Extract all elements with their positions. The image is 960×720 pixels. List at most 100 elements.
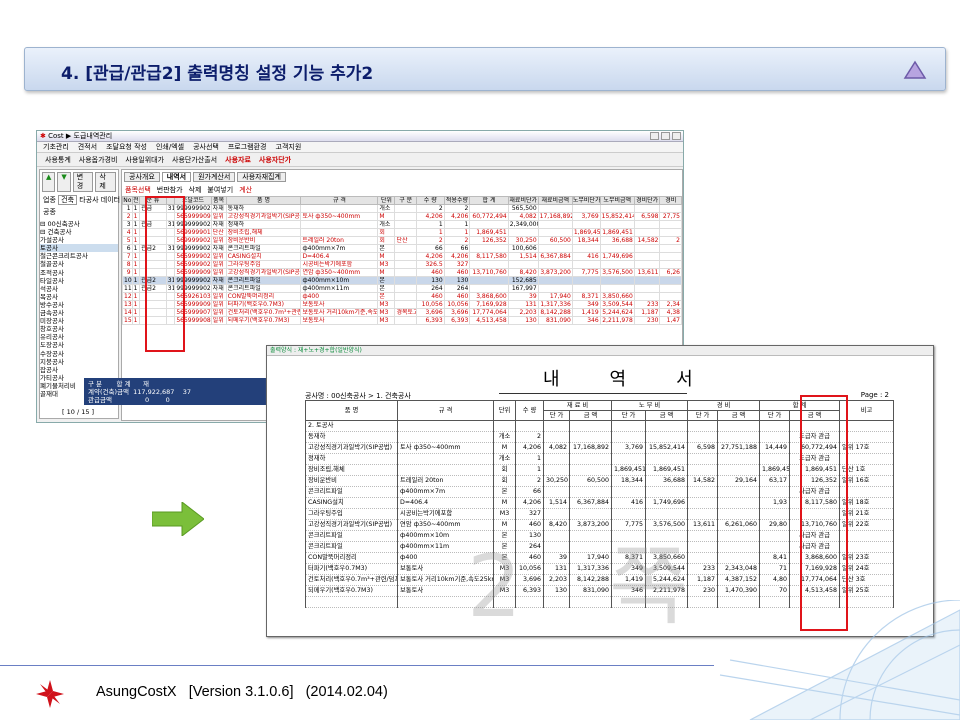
grid-cell: 본: [377, 284, 396, 293]
report-cell: 2: [515, 475, 544, 487]
grid-cell: 130: [507, 316, 539, 325]
tree-item[interactable]: 금속공사: [40, 309, 118, 317]
report-cell: [305, 596, 398, 608]
grid-row[interactable]: 3 1 관급 31 9999999028 자재 정재하 개소 1 1 2,349,000: [122, 220, 682, 229]
grid-row[interactable]: 5 1 5699999020 일위 장비운반비 트레일러 20ton 회 단산 2 2 126,35…: [122, 236, 682, 245]
grid-row[interactable]: 1 1 관급 31 9999999028 자재 동재하 개소 2 2 565,500: [122, 204, 682, 213]
grid-cell: 자재: [210, 204, 227, 213]
grid-row[interactable]: 13 1 5659999092 일위 터파기(백호우0.7M3) 보통토사 M3 10,056…: [122, 300, 682, 309]
govt-mat-value: 0: [165, 396, 170, 404]
contract-mat-value: 37: [182, 388, 191, 396]
subbar-item-4[interactable]: 계산: [239, 184, 252, 196]
menu-item-5[interactable]: 프로그램환경: [228, 142, 267, 152]
report-cell: 15,852,414: [645, 442, 689, 454]
tree-item[interactable]: 철골공사: [40, 260, 118, 268]
menu-item-3[interactable]: 인쇄/엑셀: [156, 142, 184, 152]
tab-3[interactable]: 사용자재집계: [237, 172, 286, 182]
toolbar-item-2[interactable]: 사용일위대가: [125, 153, 164, 167]
grid-header: 경비단가: [633, 196, 661, 205]
grid-cell: 9: [122, 268, 133, 277]
grid-cell: 그라우팅주입: [225, 260, 302, 269]
grid-cell: [394, 292, 417, 301]
menu-item-1[interactable]: 견적서: [78, 142, 97, 152]
govt-amount-value: 0: [144, 396, 150, 404]
menu-item-0[interactable]: 기초관리: [43, 142, 69, 152]
subbar-item-0[interactable]: 품목선택: [125, 184, 151, 196]
report-cell: [717, 464, 761, 476]
change-button[interactable]: 변경: [72, 172, 94, 192]
grid-cell: [571, 244, 601, 253]
toolbar-item-5[interactable]: 사용자단가: [259, 153, 291, 167]
grid-row[interactable]: 15 1 5659999086 일위 되메우기(백호우0.7M3) 보통토사 M3 6,393…: [122, 316, 682, 325]
toolbar-item-3[interactable]: 사용단가산출서: [172, 153, 217, 167]
highlight-box-total-amount: [800, 395, 848, 631]
grid-cell: 4,206: [443, 252, 471, 261]
tree-item[interactable]: 지붕공사: [40, 358, 118, 366]
report-cell: [611, 431, 647, 443]
tree-item[interactable]: 잡공사: [40, 366, 118, 374]
minimize-button[interactable]: [650, 132, 659, 140]
other-data-button[interactable]: 타공사 데이터: [79, 196, 120, 204]
up-arrow-button[interactable]: ▲: [42, 172, 56, 192]
grid-cell: [537, 220, 573, 229]
subbar-item-3[interactable]: 붙여넣기: [207, 184, 233, 196]
grid-row[interactable]: 2 1 5659999092 일위 고강성직경기과일박기(SIP공법) 토사 ф350~4…: [122, 212, 682, 221]
grid-cell: 3,696: [443, 308, 471, 317]
grid-cell: 39: [507, 292, 539, 301]
tree-item[interactable]: 수장공사: [40, 350, 118, 358]
tree-item[interactable]: ⊟ 건축공사: [40, 228, 118, 236]
grid-cell: 1: [131, 260, 141, 269]
close-button[interactable]: [672, 132, 681, 140]
report-cell: [645, 453, 689, 465]
menu-item-6[interactable]: 고객지원: [276, 142, 302, 152]
hdr-amount: 금 액: [717, 410, 761, 421]
grid-row[interactable]: 10 1 관급2 31 9999999028 자재 콘크리트파일 ф400mm×10m 본 130…: [122, 276, 682, 285]
tree-item[interactable]: 방수공사: [40, 301, 118, 309]
collapse-triangle-icon[interactable]: [903, 60, 927, 80]
report-cell: 콘크리트파일: [305, 530, 398, 542]
maximize-button[interactable]: [661, 132, 670, 140]
grid-row[interactable]: 9 1 5659999092 일위 고강성직경기과일박기(SIP공법) 연암 ф350~4…: [122, 268, 682, 277]
grid-cell: 단산: [394, 236, 417, 245]
app-titlebar: ✱ Cost ▶ 도급내역관리: [37, 131, 683, 142]
tree-item[interactable]: 석공사: [40, 285, 118, 293]
report-cell: CASING설치: [305, 497, 398, 509]
tree-item[interactable]: 타일공사: [40, 277, 118, 285]
hdr-spec: 규 격: [397, 400, 494, 421]
grid-row[interactable]: 8 1 5659999027 일위 그라우팅주입 시공비는박기에포함 M3 326.5 327: [122, 260, 682, 269]
menu-item-2[interactable]: 조달요청 작성: [106, 142, 147, 152]
tree-item[interactable]: 목공사: [40, 293, 118, 301]
grid-cell: 5: [122, 236, 133, 245]
grid-cell: [633, 244, 661, 253]
grid-row[interactable]: 1415659999079일위건토처리(백호우0.7m³+관련/덤프15톤)보통…: [122, 308, 682, 317]
tree-item[interactable]: ⊟ 00신축공사: [40, 220, 118, 228]
grid-cell: [394, 228, 417, 237]
tab-2[interactable]: 원가계산서: [193, 172, 236, 182]
sum-label-type: 구 분: [88, 380, 103, 388]
delete-button[interactable]: 삭제: [95, 172, 116, 192]
menu-item-4[interactable]: 공사선택: [193, 142, 219, 152]
grid-row[interactable]: 6 1 관급2 31 9999999024 자재 콘크리트파일 ф400mm×7m 본 66 66 1…: [122, 244, 682, 253]
tab-1[interactable]: 내역서: [161, 172, 192, 182]
toolbar-item-1[interactable]: 사용옵가경비: [79, 153, 118, 167]
toolbar-item-0[interactable]: 사용통계: [45, 153, 71, 167]
tab-0[interactable]: 공사개요: [124, 172, 160, 182]
tree-item[interactable]: 도장공사: [40, 341, 118, 349]
hdr-unit-price: 단 가: [543, 410, 570, 421]
subbar-item-2[interactable]: 삭제: [189, 184, 202, 196]
report-cell: [717, 431, 761, 443]
subbar-item-1[interactable]: 번판참가: [157, 184, 183, 196]
grid-row[interactable]: 4 1 5699999019 단산 장비조립,해체 회 1 1 1,869,451 1,869,4…: [122, 228, 682, 237]
grid-row[interactable]: 7 1 5659999023 일위 CASING설치 D=406.4 M 4,206 4,206…: [122, 252, 682, 261]
tree-item[interactable]: 미장공사: [40, 317, 118, 325]
grid-cell: M: [377, 212, 396, 221]
grid-header: 품목: [210, 196, 227, 205]
grid-row[interactable]: 12 1 5659261030 일위 CON말뚝머리정리 ф400 본 460 460 3,868…: [122, 292, 682, 301]
grid-cell: 10,056: [443, 300, 471, 309]
report-cell: 4,206: [515, 442, 544, 454]
down-arrow-button[interactable]: ▼: [57, 172, 71, 192]
industry-select[interactable]: 건축: [58, 195, 78, 205]
tree-item[interactable]: 조적공사: [40, 269, 118, 277]
toolbar-item-4[interactable]: 사용자료: [225, 153, 251, 167]
grid-row[interactable]: 11 1 관급2 31 9999999028 자재 콘크리트파일 ф400mm×11m 본 264…: [122, 284, 682, 293]
